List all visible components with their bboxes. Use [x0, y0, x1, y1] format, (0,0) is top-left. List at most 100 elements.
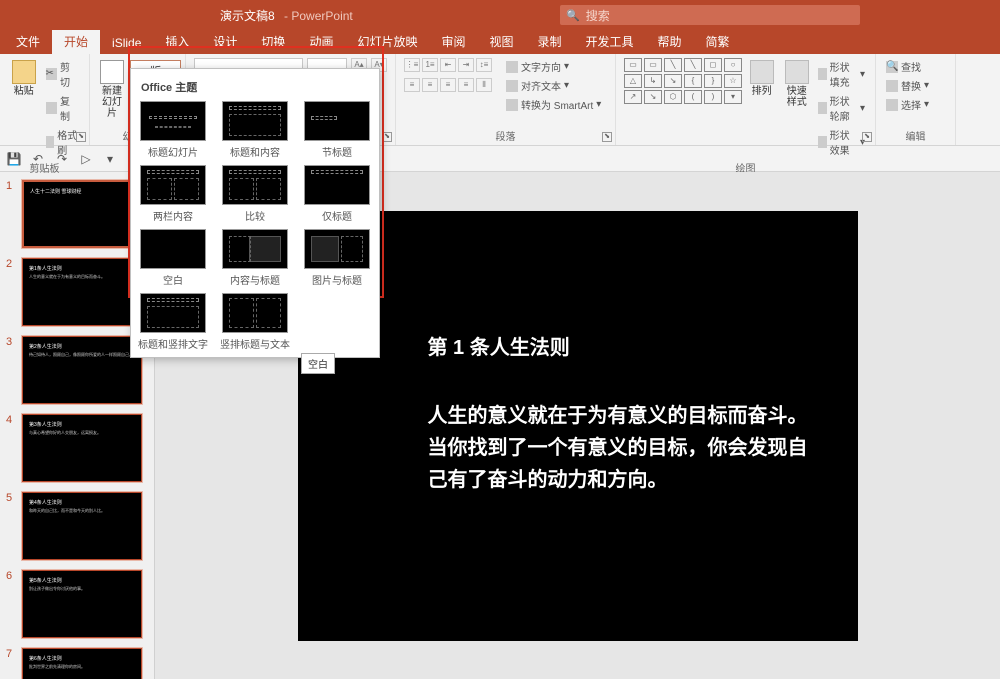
- layout-vtitle-text[interactable]: 竖排标题与文本: [219, 293, 291, 351]
- align-right-button[interactable]: ≡: [440, 78, 456, 92]
- slide-thumbnail-3[interactable]: 第2条人生法则待己如待人，照顾自己，像照顾你所爱的人一样照顾自己。: [22, 336, 142, 404]
- fill-icon: [818, 68, 826, 80]
- group-clipboard: 粘贴 ✂剪切 复制 格式刷 剪贴板 ⬊: [0, 54, 90, 145]
- quick-styles-button[interactable]: 快速样式: [781, 58, 812, 110]
- tab-jianfan[interactable]: 简繁: [694, 29, 742, 54]
- paste-button[interactable]: 粘贴: [8, 58, 40, 99]
- new-slide-icon: [100, 60, 124, 84]
- app-name: - PowerPoint: [284, 9, 353, 23]
- layout-title-only[interactable]: 仅标题: [301, 165, 373, 223]
- thumb-number: 1: [6, 180, 16, 192]
- paragraph-launcher-icon[interactable]: ⬊: [602, 132, 612, 142]
- layout-two-content[interactable]: 两栏内容: [137, 165, 209, 223]
- clipboard-launcher-icon[interactable]: ⬊: [76, 132, 86, 142]
- layout-tooltip: 空白: [301, 353, 335, 374]
- shapes-gallery[interactable]: ▭▭╲╲◻○ △↳↘{}☆ ↗↘⬡()▾: [624, 58, 742, 104]
- font-launcher-icon[interactable]: ⬊: [382, 132, 392, 142]
- layout-dropdown-header: Office 主题: [137, 75, 373, 101]
- tab-record[interactable]: 录制: [526, 29, 574, 54]
- group-paragraph: ⋮≡ 1≡ ⇤ ⇥ ↕≡ ≡ ≡ ≡ ≡ ⫴ 文字方向 ▾ 对齐文本 ▾ 转换为…: [396, 54, 616, 145]
- replace-icon: [886, 80, 898, 92]
- text-direction-button[interactable]: 文字方向 ▾: [504, 58, 603, 75]
- align-text-button[interactable]: 对齐文本 ▾: [504, 77, 603, 94]
- find-button[interactable]: 🔍查找: [884, 58, 931, 75]
- format-painter-button[interactable]: 格式刷: [44, 126, 81, 158]
- align-text-icon: [506, 80, 518, 92]
- layout-comparison[interactable]: 比较: [219, 165, 291, 223]
- tab-transitions[interactable]: 切换: [249, 29, 297, 54]
- search-placeholder: 搜索: [586, 7, 610, 24]
- numbering-button[interactable]: 1≡: [422, 58, 438, 72]
- painter-icon: [46, 136, 55, 148]
- replace-button[interactable]: 替换 ▾: [884, 77, 931, 94]
- tab-file[interactable]: 文件: [4, 29, 52, 54]
- tab-slideshow[interactable]: 幻灯片放映: [345, 29, 429, 54]
- search-box[interactable]: 🔍 搜索: [560, 5, 860, 25]
- outline-icon: [818, 102, 826, 114]
- columns-button[interactable]: ⫴: [476, 78, 492, 92]
- shape-fill-button[interactable]: 形状填充 ▾: [816, 58, 867, 90]
- select-button[interactable]: 选择 ▾: [884, 96, 931, 113]
- slide-heading[interactable]: 第 1 条人生法则: [428, 331, 808, 360]
- slide-body[interactable]: 人生的意义就在于为有意义的目标而奋斗。当你找到了一个有意义的目标，你会发现自己有…: [428, 400, 808, 496]
- layout-blank[interactable]: 空白: [137, 229, 209, 287]
- shape-effects-button[interactable]: 形状效果 ▾: [816, 126, 867, 158]
- arrange-button[interactable]: 排列: [746, 58, 777, 99]
- layout-dropdown: Office 主题 标题幻灯片 标题和内容 节标题 两栏内容 比较 仅标题 空白…: [130, 68, 380, 358]
- tab-animations[interactable]: 动画: [297, 29, 345, 54]
- tab-islide[interactable]: iSlide: [100, 32, 153, 54]
- quick-styles-icon: [785, 60, 809, 84]
- copy-button[interactable]: 复制: [44, 92, 81, 124]
- search-icon: 🔍: [566, 9, 580, 22]
- slide-thumbnail-4[interactable]: 第3条人生法则与真心希望你好的人交朋友，远离损友。: [22, 414, 142, 482]
- group-label-paragraph: 段落: [404, 126, 607, 143]
- tab-design[interactable]: 设计: [201, 29, 249, 54]
- text-direction-icon: [506, 61, 518, 73]
- tab-home[interactable]: 开始: [52, 29, 100, 54]
- effects-icon: [818, 136, 826, 148]
- cut-button[interactable]: ✂剪切: [44, 58, 81, 90]
- title-bar: 演示文稿8 - PowerPoint 🔍 搜索: [0, 0, 1000, 30]
- bullets-button[interactable]: ⋮≡: [404, 58, 420, 72]
- layout-title-content[interactable]: 标题和内容: [219, 101, 291, 159]
- layout-section-header[interactable]: 节标题: [301, 101, 373, 159]
- document-name: 演示文稿8: [220, 9, 275, 23]
- cut-icon: ✂: [46, 68, 57, 80]
- slide-thumbnail-2[interactable]: 第1条人生法则人生的意义就在于为有意义的目标而奋斗。: [22, 258, 142, 326]
- shape-outline-button[interactable]: 形状轮廓 ▾: [816, 92, 867, 124]
- drawing-launcher-icon[interactable]: ⬊: [862, 132, 872, 142]
- slide-thumbnail-5[interactable]: 第4条人生法则和昨天的自己比，而不是和今天的别人比。: [22, 492, 142, 560]
- group-editing: 🔍查找 替换 ▾ 选择 ▾ 编辑: [876, 54, 956, 145]
- qat-more-button[interactable]: ▾: [102, 151, 118, 167]
- layout-content-caption[interactable]: 内容与标题: [219, 229, 291, 287]
- layout-title-vtext[interactable]: 标题和竖排文字: [137, 293, 209, 351]
- arrange-icon: [750, 60, 774, 84]
- layout-title-slide[interactable]: 标题幻灯片: [137, 101, 209, 159]
- tab-help[interactable]: 帮助: [646, 29, 694, 54]
- tab-view[interactable]: 视图: [477, 29, 525, 54]
- align-center-button[interactable]: ≡: [422, 78, 438, 92]
- align-left-button[interactable]: ≡: [404, 78, 420, 92]
- slide-thumbnail-1[interactable]: 人生十二法则 雪球财经: [22, 180, 142, 248]
- tab-developer[interactable]: 开发工具: [574, 29, 646, 54]
- tab-insert[interactable]: 插入: [153, 29, 201, 54]
- indent-dec-button[interactable]: ⇤: [440, 58, 456, 72]
- group-label-clipboard: 剪贴板: [8, 158, 81, 175]
- shape-rect-icon[interactable]: ▭: [624, 58, 642, 72]
- indent-inc-button[interactable]: ⇥: [458, 58, 474, 72]
- slide-thumbnail-7[interactable]: 第6条人生法则批判世界之前先清理你的房间。: [22, 648, 142, 679]
- line-spacing-button[interactable]: ↕≡: [476, 58, 492, 72]
- smartart-button[interactable]: 转换为 SmartArt ▾: [504, 96, 603, 113]
- layout-picture-caption[interactable]: 图片与标题: [301, 229, 373, 287]
- copy-icon: [46, 102, 57, 114]
- find-icon: 🔍: [886, 61, 898, 73]
- current-slide[interactable]: 第 1 条人生法则 人生的意义就在于为有意义的目标而奋斗。当你找到了一个有意义的…: [298, 211, 858, 641]
- group-drawing: ▭▭╲╲◻○ △↳↘{}☆ ↗↘⬡()▾ 排列 快速样式 形状填充 ▾ 形状轮廓…: [616, 54, 876, 145]
- select-icon: [886, 99, 898, 111]
- new-slide-button[interactable]: 新建 幻灯片: [98, 58, 126, 121]
- group-label-editing: 编辑: [884, 126, 947, 143]
- align-justify-button[interactable]: ≡: [458, 78, 474, 92]
- slide-thumbnail-6[interactable]: 第5条人生法则别让孩子做出令你讨厌他的事。: [22, 570, 142, 638]
- tab-review[interactable]: 审阅: [429, 29, 477, 54]
- window-title: 演示文稿8 - PowerPoint: [220, 7, 353, 24]
